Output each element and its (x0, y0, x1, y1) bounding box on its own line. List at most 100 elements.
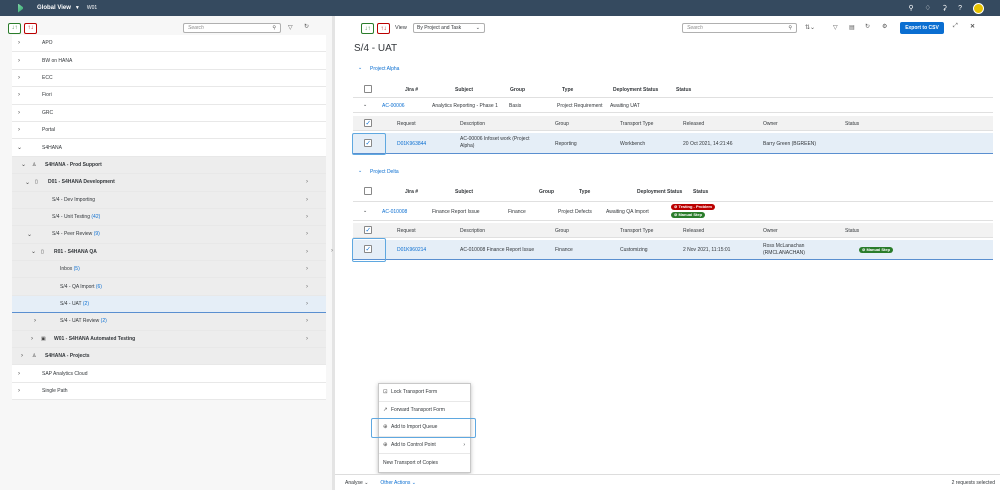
select-all-checkbox[interactable] (364, 187, 372, 195)
chevron-right-icon[interactable]: › (34, 318, 36, 324)
request-row[interactable]: D01K963844 AC-00006 Infoset work (Projec… (353, 133, 993, 154)
request-search-input[interactable]: Search ⚲ (682, 23, 797, 33)
chevron-right-icon[interactable]: › (18, 127, 20, 133)
tree-item-uat[interactable]: S/4 - UAT (2) › (12, 295, 326, 314)
chevron-right-icon[interactable]: › (306, 336, 308, 342)
menu-item-add-to-control-point[interactable]: ⊕ Add to Control Point › (379, 437, 470, 455)
tree-item-w01[interactable]: › ▣ W01 - S4HANA Automated Testing › (12, 330, 326, 349)
chevron-right-icon[interactable]: › (306, 318, 308, 324)
project-group-alpha[interactable]: Project Alpha (370, 66, 399, 72)
chevron-right-icon[interactable]: › (306, 231, 308, 237)
chevron-right-icon[interactable]: › (306, 249, 308, 255)
search-icon[interactable]: ⚲ (788, 25, 792, 31)
chevron-right-icon[interactable]: › (306, 214, 308, 220)
tree-search-input[interactable]: Search ⚲ (183, 23, 281, 33)
chevron-right-icon[interactable]: › (331, 248, 333, 254)
chevron-right-icon[interactable]: › (21, 353, 23, 359)
tree-item-ecc[interactable]: › ECC (12, 69, 326, 88)
expand-all-icon[interactable]: ↓↑ (361, 23, 374, 34)
tree-item-d01[interactable]: ⌄ ▯ D01 - S4HANA Development › (12, 174, 326, 192)
search-icon[interactable]: ⚲ (272, 25, 276, 31)
tree-item-peer-review[interactable]: ⌄ S/4 - Peer Review (9) › (12, 226, 326, 244)
view-select[interactable]: By Project and Task ⌄ (413, 23, 485, 33)
chevron-down-icon[interactable]: ⌄ (476, 25, 480, 31)
tree-item-sac[interactable]: › SAP Analytics Cloud (12, 365, 326, 383)
filter-icon[interactable]: ▽ (288, 24, 293, 31)
chevron-down-icon[interactable]: ▼ (75, 5, 80, 11)
menu-item-lock-transport-form[interactable]: ⊡ Lock Transport Form (379, 384, 470, 402)
chevron-down-icon[interactable]: ⌄ (21, 161, 26, 168)
chevron-right-icon[interactable]: › (31, 336, 33, 342)
chevron-down-icon[interactable]: ⌄ (358, 168, 362, 174)
fullscreen-icon[interactable]: ⤢ (953, 23, 958, 30)
chevron-down-icon[interactable]: ⌄ (358, 65, 362, 71)
chevron-down-icon[interactable]: ⌄ (363, 102, 367, 108)
search-icon[interactable]: ⚲ (909, 4, 914, 12)
chevron-right-icon[interactable]: › (18, 110, 20, 116)
shell-bar: Global View ▼ W01 ⚲ ♢ ⚳ ? (0, 0, 1000, 16)
request-table-header: Request Description Group Transport Type… (353, 223, 993, 238)
expand-all-icon[interactable]: ↓↑ (8, 22, 21, 34)
tree-item-uat-review[interactable]: › S/4 - UAT Review (2) › (12, 313, 326, 331)
chevron-right-icon[interactable]: › (306, 266, 308, 272)
request-row[interactable]: D01K960214 AC-010008 Finance Report Issu… (353, 240, 993, 260)
tree-item-single-path[interactable]: › Single Path (12, 382, 326, 401)
tree-item-s4hana[interactable]: ⌄ S4HANA (12, 139, 326, 157)
filter-clear-icon[interactable]: ⚳ (942, 4, 947, 12)
chevron-right-icon[interactable]: › (18, 388, 20, 394)
task-row[interactable]: ⌄ AC-010008 Finance Report Issue Finance… (353, 201, 993, 221)
footer-toolbar: Analyse ⌄ Other Actions ⌄ 2 requests sel… (335, 474, 1000, 490)
chevron-right-icon[interactable]: › (18, 58, 20, 64)
task-row[interactable]: ⌄ AC-00006 Analytics Reporting - Phase 1… (353, 97, 993, 113)
tree-item-qa-import[interactable]: S/4 - QA Import (6) › (12, 278, 326, 296)
chevron-right-icon[interactable]: › (18, 371, 20, 377)
chevron-down-icon[interactable]: ⌄ (31, 248, 36, 255)
tree-item-prod-support[interactable]: ⌄ ♙ S4HANA - Prod Support (12, 156, 326, 175)
chevron-right-icon[interactable]: › (306, 301, 308, 307)
tree-item-projects[interactable]: › ♙ S4HANA - Projects (12, 348, 326, 366)
group-by-icon[interactable]: ▤ (849, 24, 855, 31)
refresh-icon[interactable]: ↻ (304, 23, 309, 30)
tree-item-unit-testing[interactable]: S/4 - Unit Testing (42) › (12, 208, 326, 227)
tree-item-portal[interactable]: › Portal (12, 121, 326, 140)
chevron-down-icon[interactable]: ⌄ (25, 179, 30, 186)
close-icon[interactable]: ✕ (970, 23, 975, 30)
group-icon: ♙ (32, 353, 37, 360)
export-csv-button[interactable]: Export to CSV (900, 22, 944, 34)
chevron-right-icon[interactable]: › (18, 40, 20, 46)
select-all-checkbox[interactable] (364, 85, 372, 93)
tree-item-bw[interactable]: › BW on HANA (12, 52, 326, 70)
collapse-all-icon[interactable]: ↑↓ (377, 23, 390, 34)
chevron-right-icon[interactable]: › (306, 284, 308, 290)
select-all-requests-checkbox[interactable] (364, 226, 372, 234)
tree-item-r01[interactable]: ⌄ ▯ R01 - S4HANA QA › (12, 243, 326, 262)
analyse-menu-button[interactable]: Analyse ⌄ (345, 480, 368, 486)
settings-icon[interactable]: ⚙ (882, 23, 887, 30)
chevron-down-icon[interactable]: ⌄ (363, 208, 367, 214)
tree-item-apo[interactable]: › APO (12, 35, 326, 53)
chevron-right-icon[interactable]: › (18, 92, 20, 98)
sort-icon[interactable]: ⇅⌄ (805, 24, 815, 31)
avatar[interactable] (973, 2, 984, 14)
menu-item-forward-transport-form[interactable]: ↗ Forward Transport Form (379, 402, 470, 420)
bell-icon[interactable]: ♢ (925, 4, 931, 12)
select-all-requests-checkbox[interactable] (364, 119, 372, 127)
tree-item-dev-importing[interactable]: S/4 - Dev Importing › (12, 191, 326, 209)
chevron-right-icon[interactable]: › (306, 179, 308, 185)
other-actions-menu-button[interactable]: Other Actions ⌄ (380, 480, 416, 486)
help-icon[interactable]: ? (958, 5, 962, 12)
refresh-icon[interactable]: ↻ (865, 23, 870, 30)
menu-item-new-transport-of-copies[interactable]: New Transport of Copies (379, 454, 470, 472)
app-title[interactable]: Global View (37, 5, 71, 11)
tree-item-grc[interactable]: › GRC (12, 104, 326, 122)
right-toolbar: ↓↑ ↑↓ View By Project and Task ⌄ Search … (335, 16, 1000, 40)
chevron-right-icon[interactable]: › (18, 75, 20, 81)
filter-icon[interactable]: ▽ (833, 24, 838, 31)
chevron-down-icon[interactable]: ⌄ (17, 144, 22, 151)
chevron-down-icon[interactable]: ⌄ (27, 231, 32, 238)
tree-item-fiori[interactable]: › Fiori (12, 87, 326, 105)
tree-item-inbox[interactable]: Inbox (5) › (12, 261, 326, 279)
chevron-right-icon[interactable]: › (306, 197, 308, 203)
collapse-all-icon[interactable]: ↑↓ (24, 22, 37, 34)
project-group-delta[interactable]: Project Delta (370, 169, 399, 175)
